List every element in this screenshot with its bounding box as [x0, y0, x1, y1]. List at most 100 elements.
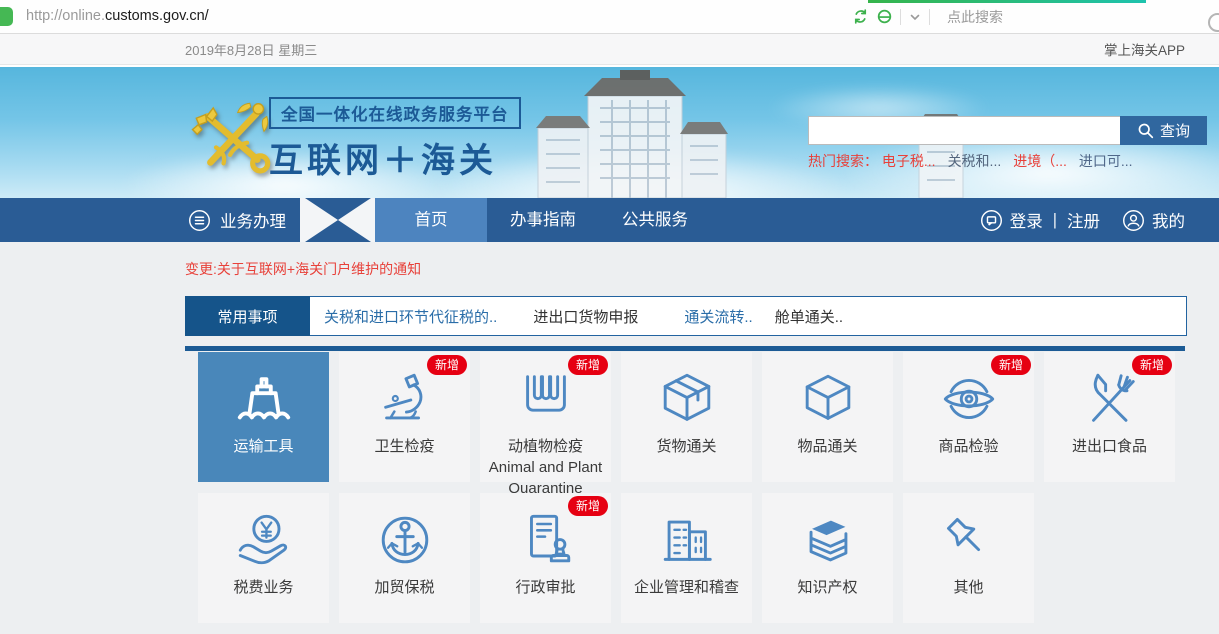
date-bar: 2019年8月28日 星期三 掌上海关APP	[0, 34, 1219, 65]
hot-search-link[interactable]: 进口可...	[1079, 153, 1133, 169]
category-tab[interactable]: 进出口货物申报	[533, 306, 638, 327]
browser-search-hint[interactable]: 点此搜索	[947, 7, 1003, 27]
nav-tab-公共服务[interactable]: 公共服务	[599, 198, 711, 242]
category-tab-bar: 常用事项关税和进口环节代征税的.. 进出口货物申报 通关流转.. 舱单通关..	[185, 296, 1187, 336]
hot-search-links: 电子税... 关税和... 进境（... 进口可...	[882, 153, 1145, 169]
service-tile[interactable]: 商品检验 新增	[903, 352, 1034, 482]
search-button-label: 查询	[1160, 120, 1190, 141]
category-tab[interactable]: 舱单通关..	[775, 306, 843, 327]
customs-emblem-icon	[185, 91, 279, 185]
nav-bowtie-decoration	[300, 198, 375, 242]
hot-search-link[interactable]: 电子税...	[882, 153, 936, 169]
site-header: 全国一体化在线政务服务平台 互联网＋海关 查询 热门搜索： 电子税... 关税和.…	[0, 67, 1219, 198]
service-tile[interactable]: 其他	[903, 493, 1034, 623]
coin-hand-icon	[233, 509, 295, 571]
service-tile[interactable]: 行政审批 新增	[480, 493, 611, 623]
search-icon	[1137, 122, 1154, 139]
microscope-icon	[374, 368, 436, 430]
browser-window: http://online.customs.gov.cn/ 点此搜索 2019年…	[0, 0, 1219, 634]
hot-search-link[interactable]: 关税和...	[948, 153, 1002, 169]
category-tab[interactable]: 常用事项	[185, 296, 310, 336]
new-badge: 新增	[427, 355, 467, 375]
new-badge: 新增	[568, 496, 608, 516]
url-suffix: /	[205, 8, 209, 24]
service-label: 货物通关	[621, 436, 752, 457]
service-tile[interactable]: 物品通关	[762, 352, 893, 482]
service-label: 企业管理和稽查	[621, 577, 752, 598]
hot-search-link[interactable]: 进境（...	[1013, 153, 1067, 169]
anchor-icon	[374, 509, 436, 571]
login-button[interactable]: 登录	[1010, 208, 1043, 232]
browser-address-bar: http://online.customs.gov.cn/ 点此搜索	[0, 0, 1219, 34]
pin-icon	[938, 509, 1000, 571]
notice-link[interactable]: 变更:关于互联网+海关门户维护的通知	[185, 261, 421, 277]
hot-search-row: 热门搜索： 电子税... 关税和... 进境（... 进口可...	[808, 151, 1145, 171]
new-badge: 新增	[991, 355, 1031, 375]
search-button[interactable]: 查询	[1120, 116, 1207, 145]
business-menu-label: 业务办理	[220, 208, 286, 232]
chevron-down-icon[interactable]	[908, 10, 922, 24]
package-icon	[656, 368, 718, 430]
category-tab[interactable]: 通关流转..	[684, 306, 752, 327]
divider	[900, 9, 901, 25]
service-tile[interactable]: 卫生检疫 新增	[339, 352, 470, 482]
eye-icon	[938, 368, 1000, 430]
service-label: 商品检验	[903, 436, 1034, 457]
nav-tab-首页[interactable]: 首页	[375, 198, 487, 242]
service-tile[interactable]: 进出口食品 新增	[1044, 352, 1175, 482]
user-icon	[1122, 209, 1145, 232]
window-control-icon[interactable]	[1208, 13, 1219, 32]
refresh-recycle-icon[interactable]	[852, 8, 869, 25]
service-label: 知识产权	[762, 577, 893, 598]
ship-icon	[233, 368, 295, 430]
tubes-icon	[515, 368, 577, 430]
service-tile[interactable]: 知识产权	[762, 493, 893, 623]
divider	[929, 9, 930, 25]
buildings-icon	[656, 509, 718, 571]
url-domain: customs.gov.cn	[105, 8, 205, 24]
approval-icon	[515, 509, 577, 571]
mobile-app-link[interactable]: 掌上海关APP	[1104, 39, 1185, 59]
service-label: 加贸保税	[339, 577, 470, 598]
books-icon	[797, 509, 859, 571]
nav-tabs: 首页办事指南公共服务	[375, 198, 711, 242]
service-tile[interactable]: 动植物检疫 Animal and Plant Quarantine新增	[480, 352, 611, 482]
login-chat-icon	[980, 209, 1003, 232]
my-account-button[interactable]: 我的	[1152, 208, 1185, 232]
service-label: 税费业务	[198, 577, 329, 598]
building-graphic	[480, 70, 790, 198]
service-tile[interactable]: 运输工具	[198, 352, 329, 482]
url-field[interactable]: http://online.customs.gov.cn/	[26, 0, 209, 33]
site-search-input[interactable]	[808, 116, 1120, 145]
current-date: 2019年8月28日 星期三	[185, 40, 317, 59]
new-badge: 新增	[1132, 355, 1172, 375]
divider: |	[1053, 211, 1057, 230]
browser-e-icon[interactable]	[876, 8, 893, 25]
section-divider-rule	[185, 346, 1185, 351]
service-tile[interactable]: 货物通关	[621, 352, 752, 482]
hot-search-label: 热门搜索：	[808, 153, 878, 169]
hamburger-menu-icon	[188, 209, 211, 232]
cutlery-icon	[1079, 368, 1141, 430]
site-title: 互联网＋海关	[269, 133, 521, 182]
category-tab[interactable]: 关税和进口环节代征税的..	[324, 306, 497, 327]
url-prefix: http://online.	[26, 8, 105, 24]
platform-badge: 全国一体化在线政务服务平台	[269, 97, 521, 129]
service-tile[interactable]: 税费业务	[198, 493, 329, 623]
service-tile[interactable]: 企业管理和稽查	[621, 493, 752, 623]
service-label: 物品通关	[762, 436, 893, 457]
main-nav: 业务办理 首页办事指南公共服务 登录 | 注册 我的	[0, 198, 1219, 242]
site-favicon	[0, 7, 13, 26]
services-grid: 运输工具卫生检疫新增动植物检疫 Animal and Plant Quarant…	[185, 352, 1185, 623]
cube-icon	[797, 368, 859, 430]
business-menu-button[interactable]: 业务办理	[185, 198, 286, 242]
service-label: 动植物检疫 Animal and Plant Quarantine	[480, 436, 611, 499]
service-label: 进出口食品	[1044, 436, 1175, 457]
register-button[interactable]: 注册	[1067, 208, 1100, 232]
service-tile[interactable]: 加贸保税	[339, 493, 470, 623]
service-label: 运输工具	[198, 436, 329, 457]
service-label: 卫生检疫	[339, 436, 470, 457]
service-label: 行政审批	[480, 577, 611, 598]
new-badge: 新增	[568, 355, 608, 375]
nav-tab-办事指南[interactable]: 办事指南	[487, 198, 599, 242]
